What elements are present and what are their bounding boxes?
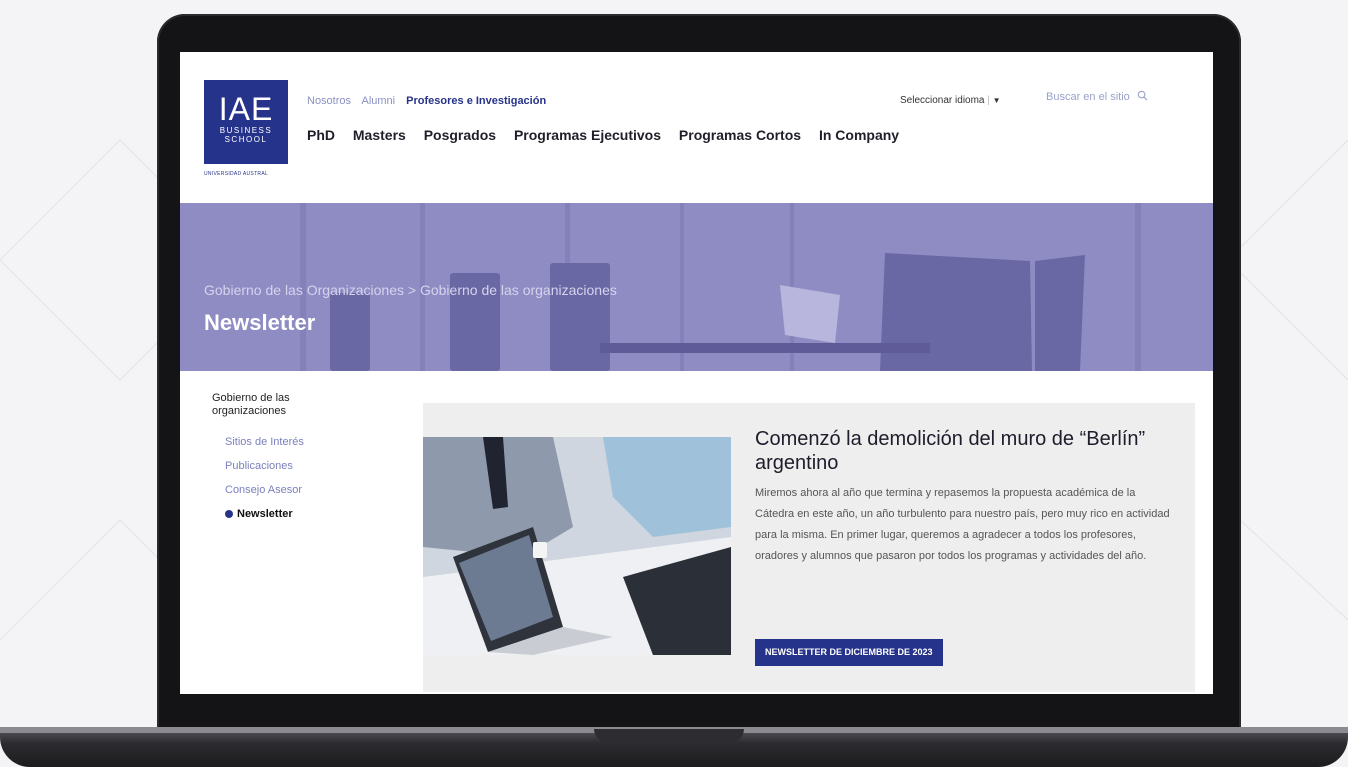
- newsletter-card: Comenzó la demolición del muro de “Berlí…: [423, 403, 1195, 692]
- nav-item-posgrados[interactable]: Posgrados: [424, 127, 496, 143]
- nav-link-profesores[interactable]: Profesores e Investigación: [406, 95, 546, 107]
- chevron-down-icon: ▼: [992, 96, 1001, 105]
- sidebar-item-label: Newsletter: [237, 508, 293, 520]
- top-nav: Nosotros Alumni Profesores e Investigaci…: [307, 95, 554, 107]
- logo-line-2: SCHOOL: [224, 135, 268, 144]
- laptop-notch: [594, 729, 744, 743]
- nav-item-masters[interactable]: Masters: [353, 127, 406, 143]
- nav-item-in-company[interactable]: In Company: [819, 127, 899, 143]
- search-box[interactable]: Buscar en el sitio: [1046, 90, 1148, 103]
- nav-item-phd[interactable]: PhD: [307, 127, 335, 143]
- sidebar-item-consejo[interactable]: Consejo Asesor: [225, 484, 302, 496]
- sidebar-title[interactable]: Gobierno de las organizaciones: [212, 392, 332, 418]
- sidebar-item-sitios[interactable]: Sitios de Interés: [225, 436, 304, 448]
- language-label: Seleccionar idioma: [900, 95, 985, 106]
- meeting-illustration: [423, 437, 731, 655]
- search-icon[interactable]: [1137, 90, 1148, 101]
- search-input[interactable]: Buscar en el sitio: [1046, 91, 1130, 103]
- sidebar-item-publicaciones[interactable]: Publicaciones: [225, 460, 293, 472]
- article-summary: Miremos ahora al año que termina y repas…: [755, 487, 1170, 562]
- breadcrumb[interactable]: Gobierno de las Organizaciones > Gobiern…: [204, 282, 617, 298]
- iae-logo[interactable]: IAE BUSINESS SCHOOL: [204, 80, 288, 164]
- logo-subtitle: UNIVERSIDAD AUSTRAL: [204, 171, 269, 177]
- nav-item-programas-ejecutivos[interactable]: Programas Ejecutivos: [514, 127, 661, 143]
- newsletter-button[interactable]: NEWSLETTER DE DICIEMBRE DE 2023: [755, 639, 943, 666]
- active-dot-icon: [225, 510, 233, 519]
- article-title[interactable]: Comenzó la demolición del muro de “Berlí…: [755, 427, 1175, 475]
- logo-line-1: BUSINESS: [219, 126, 273, 135]
- language-selector[interactable]: Seleccionar idioma | ▼: [900, 95, 1001, 106]
- main-nav: PhD Masters Posgrados Programas Ejecutiv…: [307, 127, 913, 143]
- nav-item-programas-cortos[interactable]: Programas Cortos: [679, 127, 801, 143]
- sidebar-item-newsletter[interactable]: Newsletter: [225, 508, 293, 520]
- hero-banner: Gobierno de las Organizaciones > Gobiern…: [180, 203, 1213, 371]
- browser-screen: IAE BUSINESS SCHOOL UNIVERSIDAD AUSTRAL …: [180, 52, 1213, 694]
- meeting-photo: [423, 437, 731, 655]
- nav-link-alumni[interactable]: Alumni: [361, 95, 395, 107]
- nav-link-nosotros[interactable]: Nosotros: [307, 95, 351, 107]
- page-title: Newsletter: [204, 310, 316, 335]
- logo-main-text: IAE: [218, 91, 274, 127]
